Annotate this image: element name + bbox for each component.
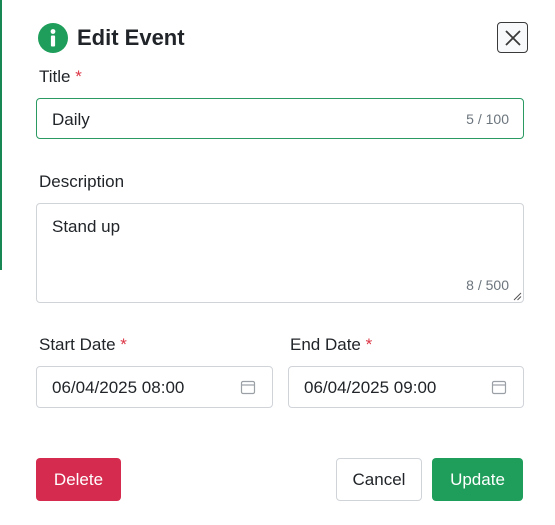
title-char-counter: 5 / 100 <box>466 111 509 127</box>
description-value: Stand up <box>52 217 121 236</box>
calendar-icon[interactable] <box>240 379 256 395</box>
resize-handle-icon[interactable] <box>512 291 522 301</box>
end-date-value: 06/04/2025 09:00 <box>304 378 437 397</box>
start-date-label: Start Date * <box>39 335 127 354</box>
title-label: Title * <box>39 67 82 86</box>
dialog-title: Edit Event <box>77 25 185 50</box>
description-textarea[interactable]: Stand up 8 / 500 <box>36 203 524 303</box>
info-icon <box>38 23 68 53</box>
left-accent-border <box>0 0 2 270</box>
title-input[interactable]: Daily 5 / 100 <box>36 98 524 139</box>
end-date-input[interactable]: 06/04/2025 09:00 <box>288 366 524 408</box>
end-date-label: End Date * <box>290 335 373 354</box>
delete-button[interactable]: Delete <box>36 458 121 501</box>
start-date-value: 06/04/2025 08:00 <box>52 378 185 397</box>
start-date-input[interactable]: 06/04/2025 08:00 <box>36 366 273 408</box>
cancel-button[interactable]: Cancel <box>336 458 422 501</box>
close-icon <box>504 29 521 46</box>
description-char-counter: 8 / 500 <box>466 277 509 293</box>
required-mark: * <box>75 67 82 86</box>
edit-event-dialog: Edit Event Title * Daily 5 / 100 Descrip… <box>0 0 555 525</box>
required-mark: * <box>120 335 127 354</box>
description-label: Description <box>39 172 125 191</box>
required-mark: * <box>365 335 373 354</box>
title-input-value: Daily <box>52 110 90 129</box>
calendar-icon[interactable] <box>491 379 507 395</box>
update-button[interactable]: Update <box>432 458 523 501</box>
close-button[interactable] <box>497 22 528 53</box>
